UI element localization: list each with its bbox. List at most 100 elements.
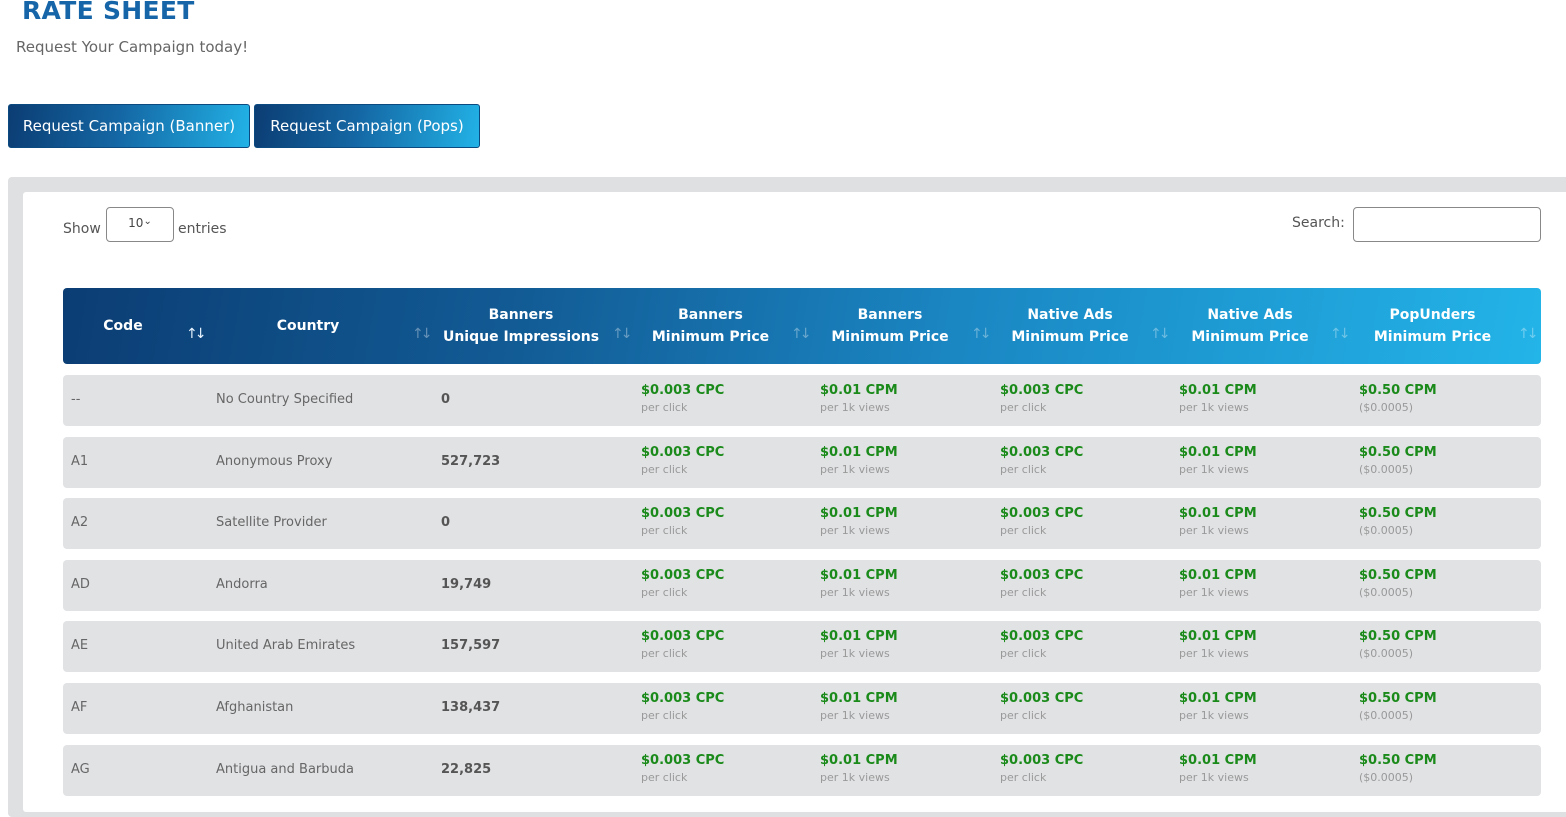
unique-impressions: 157,597 (441, 638, 501, 654)
country-name: United Arab Emirates (216, 638, 356, 654)
column-header-label: Native Ads Minimum Price (1191, 304, 1308, 348)
country-name: Afghanistan (216, 700, 294, 715)
price-value: $0.01 CPM (820, 383, 898, 398)
header-line-1: Banners (488, 307, 554, 323)
country-code: AG (71, 761, 90, 777)
sort-icon[interactable]: ↑↓ (1518, 326, 1539, 342)
price-cell: $0.01 CPM per 1k views (1179, 568, 1257, 602)
price-cell: $0.003 CPC per click (641, 691, 724, 725)
column-header-2[interactable]: Banners Unique Impressions (441, 288, 601, 364)
price-cell: $0.01 CPM per 1k views (820, 383, 898, 417)
column-header-label: Banners Minimum Price (831, 304, 948, 348)
table-row: A1 Anonymous Proxy 527,723 $0.003 CPC per cl… (63, 436, 1541, 488)
price-unit: per 1k views (820, 524, 890, 538)
entries-value: 10 (128, 216, 144, 230)
price-value: $0.003 CPC (641, 691, 725, 706)
sort-icon[interactable]: ↑↓ (612, 326, 633, 342)
price-unit: per click (1000, 462, 1047, 476)
table-row: AE United Arab Emirates 157,597 $0.003 CPC p… (63, 621, 1541, 673)
price-cell: $0.01 CPM per 1k views (820, 629, 898, 663)
price-cell: $0.50 CPM ($0.0005) (1359, 383, 1437, 417)
price-value: $0.003 CPC (1000, 383, 1084, 398)
price-unit: per click (641, 462, 688, 476)
column-header-4[interactable]: Banners Minimum Price (815, 288, 965, 364)
chevron-down-icon: ⌄ (143, 216, 152, 227)
search-label: Search: (1292, 215, 1345, 231)
price-unit: per 1k views (1179, 770, 1249, 784)
price-value: $0.01 CPM (1179, 629, 1257, 645)
price-unit: ($0.0005) (1359, 585, 1414, 599)
price-unit: per 1k views (1179, 709, 1249, 722)
country-code: A2 (71, 515, 89, 531)
price-cell: $0.003 CPC per click (641, 383, 724, 417)
price-cell: $0.50 CPM ($0.0005) (1359, 629, 1437, 663)
header-line-2: Unique Impressions (442, 329, 600, 345)
price-unit: per click (641, 524, 688, 538)
unique-impressions: 0 (441, 392, 451, 407)
country-code: AF (71, 700, 88, 715)
sort-icon[interactable]: ↑↓ (412, 326, 433, 342)
sort-icon[interactable]: ↑↓ (1150, 326, 1171, 342)
unique-impressions: 22,825 (441, 761, 492, 777)
price-cell: $0.003 CPC per click (1000, 568, 1083, 602)
price-cell: $0.003 CPC per click (641, 445, 724, 479)
country-code: -- (71, 392, 81, 407)
entries-per-page-select[interactable]: 10⌄ (106, 207, 174, 242)
column-header-7[interactable]: PopUnders Minimum Price (1355, 288, 1510, 364)
price-cell: $0.003 CPC per click (1000, 383, 1083, 417)
price-cell: $0.003 CPC per click (641, 506, 724, 540)
column-header-3[interactable]: Banners Minimum Price (633, 288, 788, 364)
request-campaign-banner-button[interactable]: Request Campaign (Banner) (8, 104, 250, 148)
country-name: Antigua and Barbuda (216, 761, 354, 777)
column-header-label: Native Ads Minimum Price (1011, 304, 1128, 348)
search-input[interactable] (1353, 207, 1541, 242)
sort-icon[interactable]: ↑↓ (791, 326, 812, 342)
price-unit: per 1k views (820, 401, 890, 414)
price-value: $0.50 CPM (1359, 506, 1437, 522)
price-value: $0.50 CPM (1359, 567, 1437, 583)
price-cell: $0.01 CPM per 1k views (820, 753, 898, 787)
price-unit: per click (1000, 709, 1047, 722)
price-cell: $0.50 CPM ($0.0005) (1359, 753, 1437, 787)
sort-icon[interactable]: ↑↓ (186, 326, 207, 342)
price-value: $0.50 CPM (1359, 444, 1437, 460)
header-line-2: Minimum Price (1373, 329, 1492, 345)
column-header-6[interactable]: Native Ads Minimum Price (1175, 288, 1325, 364)
price-value: $0.01 CPM (820, 444, 898, 460)
price-unit: ($0.0005) (1359, 770, 1414, 784)
request-campaign-pops-button[interactable]: Request Campaign (Pops) (254, 104, 480, 148)
price-cell: $0.01 CPM per 1k views (1179, 691, 1257, 725)
price-value: $0.003 CPC (1000, 629, 1084, 645)
country-code: A1 (71, 453, 89, 469)
price-value: $0.003 CPC (1000, 567, 1084, 583)
header-line-1: Native Ads (1207, 307, 1293, 323)
sort-icon[interactable]: ↑↓ (1330, 326, 1351, 342)
price-cell: $0.003 CPC per click (1000, 691, 1083, 725)
unique-impressions: 0 (441, 515, 451, 531)
price-cell: $0.003 CPC per click (641, 629, 724, 663)
price-unit: ($0.0005) (1359, 709, 1414, 722)
price-unit: per click (641, 709, 688, 722)
price-cell: $0.01 CPM per 1k views (1179, 629, 1257, 663)
price-value: $0.50 CPM (1359, 691, 1437, 706)
price-unit: ($0.0005) (1359, 524, 1414, 538)
table-row: A2 Satellite Provider 0 $0.003 CPC per click… (63, 498, 1541, 550)
price-unit: per 1k views (820, 709, 890, 722)
price-value: $0.01 CPM (820, 506, 898, 522)
price-cell: $0.003 CPC per click (1000, 506, 1083, 540)
price-cell: $0.01 CPM per 1k views (820, 568, 898, 602)
sort-icon[interactable]: ↑↓ (971, 326, 992, 342)
header-line-1: Native Ads (1027, 307, 1113, 323)
header-line-2: Minimum Price (1191, 329, 1309, 345)
price-value: $0.003 CPC (1000, 752, 1084, 768)
price-unit: per click (641, 770, 688, 784)
price-cell: $0.50 CPM ($0.0005) (1359, 691, 1437, 725)
unique-impressions: 527,723 (441, 453, 501, 469)
unique-impressions: 19,749 (441, 576, 492, 592)
column-header-5[interactable]: Native Ads Minimum Price (995, 288, 1145, 364)
column-header-0[interactable]: Code (63, 288, 183, 364)
table-row: AG Antigua and Barbuda 22,825 $0.003 CPC per… (63, 744, 1541, 796)
price-value: $0.50 CPM (1359, 383, 1437, 398)
price-unit: per 1k views (1179, 524, 1249, 538)
column-header-1[interactable]: Country (213, 288, 403, 364)
